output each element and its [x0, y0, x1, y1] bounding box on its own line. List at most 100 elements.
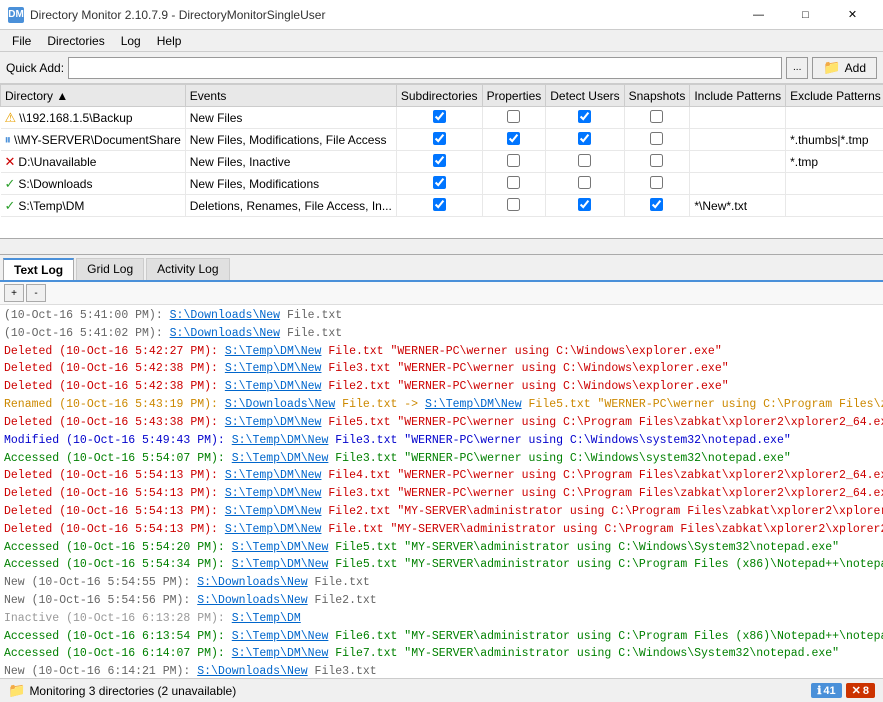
tab-text-log[interactable]: Text Log	[3, 258, 74, 280]
log-line: Deleted (10-Oct-16 5:54:13 PM): S:\Temp\…	[4, 467, 879, 485]
snapshots-cell[interactable]	[624, 129, 690, 151]
log-line: Inactive (10-Oct-16 6:13:28 PM): S:\Temp…	[4, 610, 879, 628]
table-horizontal-scrollbar[interactable]	[0, 239, 883, 255]
log-path-link[interactable]: S:\Temp\DM\New	[225, 345, 322, 358]
snapshots-cell[interactable]	[624, 195, 690, 217]
table-row[interactable]: ✓S:\Temp\DMDeletions, Renames, File Acce…	[1, 195, 883, 217]
minimize-button[interactable]: —	[736, 0, 781, 30]
quickadd-input[interactable]	[68, 57, 782, 79]
col-header-include-patterns[interactable]: Include Patterns	[690, 85, 786, 107]
subdirectories-cell[interactable]	[396, 129, 482, 151]
log-path-link[interactable]: S:\Temp\DM\New	[232, 630, 329, 643]
quickadd-add-button[interactable]: 📁 Add	[812, 57, 877, 79]
status-icon: ✕	[5, 154, 16, 169]
table-row[interactable]: ✓S:\DownloadsNew Files, Modifications	[1, 173, 883, 195]
col-header-detect-users[interactable]: Detect Users	[546, 85, 624, 107]
log-line: Deleted (10-Oct-16 5:42:27 PM): S:\Temp\…	[4, 343, 879, 361]
col-header-events[interactable]: Events	[185, 85, 396, 107]
properties-cell[interactable]	[482, 129, 546, 151]
exclude_patterns-cell	[786, 173, 883, 195]
include_patterns-cell	[690, 129, 786, 151]
log-increase-font-button[interactable]: +	[4, 284, 24, 302]
directory-path: S:\Downloads	[18, 177, 92, 191]
log-path-link[interactable]: S:\Downloads\New	[197, 594, 307, 607]
log-path-link[interactable]: S:\Downloads\New	[197, 576, 307, 589]
log-path-link[interactable]: S:\Temp\DM\New	[232, 541, 329, 554]
detect_users-cell[interactable]	[546, 195, 624, 217]
log-path-link[interactable]: S:\Temp\DM\New	[232, 434, 329, 447]
menu-item-directories[interactable]: Directories	[39, 32, 112, 50]
detect_users-cell[interactable]	[546, 107, 624, 129]
log-path-link[interactable]: S:\Temp\DM\New	[225, 469, 322, 482]
menu-item-help[interactable]: Help	[149, 32, 190, 50]
detect_users-cell[interactable]	[546, 173, 624, 195]
log-line: Deleted (10-Oct-16 5:42:38 PM): S:\Temp\…	[4, 360, 879, 378]
menu-item-log[interactable]: Log	[113, 32, 149, 50]
menu-item-file[interactable]: File	[4, 32, 39, 50]
info-icon: ℹ	[817, 684, 821, 697]
close-button[interactable]: ✕	[830, 0, 875, 30]
log-path-link[interactable]: S:\Temp\DM\New	[425, 398, 522, 411]
log-path-link[interactable]: S:\Temp\DM\New	[232, 558, 329, 571]
log-path-link[interactable]: S:\Temp\DM\New	[225, 416, 322, 429]
quickadd-browse-button[interactable]: ...	[786, 57, 808, 79]
subdirectories-cell[interactable]	[396, 151, 482, 173]
log-path-link[interactable]: S:\Downloads\New	[225, 398, 335, 411]
properties-cell[interactable]	[482, 151, 546, 173]
statusbar: 📁 Monitoring 3 directories (2 unavailabl…	[0, 678, 883, 702]
exclude_patterns-cell	[786, 195, 883, 217]
tab-activity-log[interactable]: Activity Log	[146, 258, 229, 280]
subdirectories-cell[interactable]	[396, 195, 482, 217]
include_patterns-cell	[690, 107, 786, 129]
log-line: Deleted (10-Oct-16 5:54:13 PM): S:\Temp\…	[4, 485, 879, 503]
log-path-link[interactable]: S:\Temp\DM\New	[225, 487, 322, 500]
log-path-link[interactable]: S:\Temp\DM\New	[225, 362, 322, 375]
snapshots-cell[interactable]	[624, 173, 690, 195]
log-line: (10-Oct-16 5:41:00 PM): S:\Downloads\New…	[4, 307, 879, 325]
table-row[interactable]: ✕D:\UnavailableNew Files, Inactive*.tmp	[1, 151, 883, 173]
col-header-subdirectories[interactable]: Subdirectories	[396, 85, 482, 107]
log-line: Renamed (10-Oct-16 5:43:19 PM): S:\Downl…	[4, 396, 879, 414]
log-path-link[interactable]: S:\Downloads\New	[170, 309, 280, 322]
table-row[interactable]: ⚠\\192.168.1.5\BackupNew Files	[1, 107, 883, 129]
include_patterns-cell: *\New*.txt	[690, 195, 786, 217]
statusbar-info-badge: ℹ 41	[811, 683, 841, 698]
col-header-properties[interactable]: Properties	[482, 85, 546, 107]
detect_users-cell[interactable]	[546, 151, 624, 173]
properties-cell[interactable]	[482, 107, 546, 129]
col-header-directory[interactable]: Directory ▲	[1, 85, 186, 107]
exclude_patterns-cell: *.thumbs|*.tmp	[786, 129, 883, 151]
properties-cell[interactable]	[482, 173, 546, 195]
log-path-link[interactable]: S:\Temp\DM\New	[232, 647, 329, 660]
properties-cell[interactable]	[482, 195, 546, 217]
table-row[interactable]: ⏸\\MY-SERVER\DocumentShareNew Files, Mod…	[1, 129, 883, 151]
subdirectories-cell[interactable]	[396, 107, 482, 129]
log-path-link[interactable]: S:\Temp\DM\New	[225, 505, 322, 518]
include_patterns-cell	[690, 173, 786, 195]
detect_users-cell[interactable]	[546, 129, 624, 151]
log-path-link[interactable]: S:\Downloads\New	[170, 327, 280, 340]
log-path-link[interactable]: S:\Downloads\New	[197, 665, 307, 678]
directory-path: \\192.168.1.5\Backup	[19, 111, 132, 125]
log-path-link[interactable]: S:\Temp\DM\New	[225, 523, 322, 536]
log-line: Deleted (10-Oct-16 5:43:38 PM): S:\Temp\…	[4, 414, 879, 432]
quickadd-label: Quick Add:	[6, 61, 64, 75]
table-header-row: Directory ▲ Events Subdirectories Proper…	[1, 85, 883, 107]
maximize-button[interactable]: □	[783, 0, 828, 30]
snapshots-cell[interactable]	[624, 151, 690, 173]
snapshots-cell[interactable]	[624, 107, 690, 129]
events-cell: New Files, Modifications, File Access	[185, 129, 396, 151]
col-header-snapshots[interactable]: Snapshots	[624, 85, 690, 107]
window-title: Directory Monitor 2.10.7.9 - DirectoryMo…	[30, 8, 736, 22]
directory-table: Directory ▲ Events Subdirectories Proper…	[0, 84, 883, 217]
subdirectories-cell[interactable]	[396, 173, 482, 195]
log-path-link[interactable]: S:\Temp\DM\New	[232, 452, 329, 465]
log-path-link[interactable]: S:\Temp\DM\New	[225, 380, 322, 393]
log-path-link[interactable]: S:\Temp\DM	[232, 612, 301, 625]
col-header-exclude-patterns[interactable]: Exclude Patterns	[786, 85, 883, 107]
tab-grid-log[interactable]: Grid Log	[76, 258, 144, 280]
log-line: Deleted (10-Oct-16 5:54:13 PM): S:\Temp\…	[4, 503, 879, 521]
log-decrease-font-button[interactable]: -	[26, 284, 46, 302]
log-area[interactable]: (10-Oct-16 5:41:00 PM): S:\Downloads\New…	[0, 305, 883, 678]
app-icon: DM	[8, 7, 24, 23]
